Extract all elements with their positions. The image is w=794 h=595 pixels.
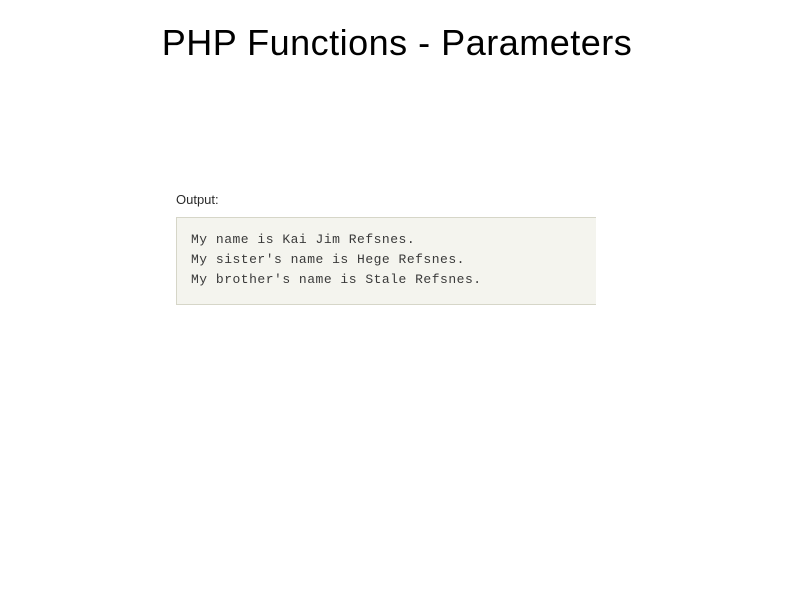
output-section: Output: My name is Kai Jim Refsnes. My s… <box>176 192 596 305</box>
output-label: Output: <box>176 192 596 207</box>
output-line: My brother's name is Stale Refsnes. <box>191 272 482 287</box>
slide: PHP Functions - Parameters Output: My na… <box>0 0 794 595</box>
page-title: PHP Functions - Parameters <box>0 22 794 64</box>
output-line: My name is Kai Jim Refsnes. <box>191 232 415 247</box>
code-output-box: My name is Kai Jim Refsnes. My sister's … <box>176 217 596 305</box>
output-line: My sister's name is Hege Refsnes. <box>191 252 465 267</box>
